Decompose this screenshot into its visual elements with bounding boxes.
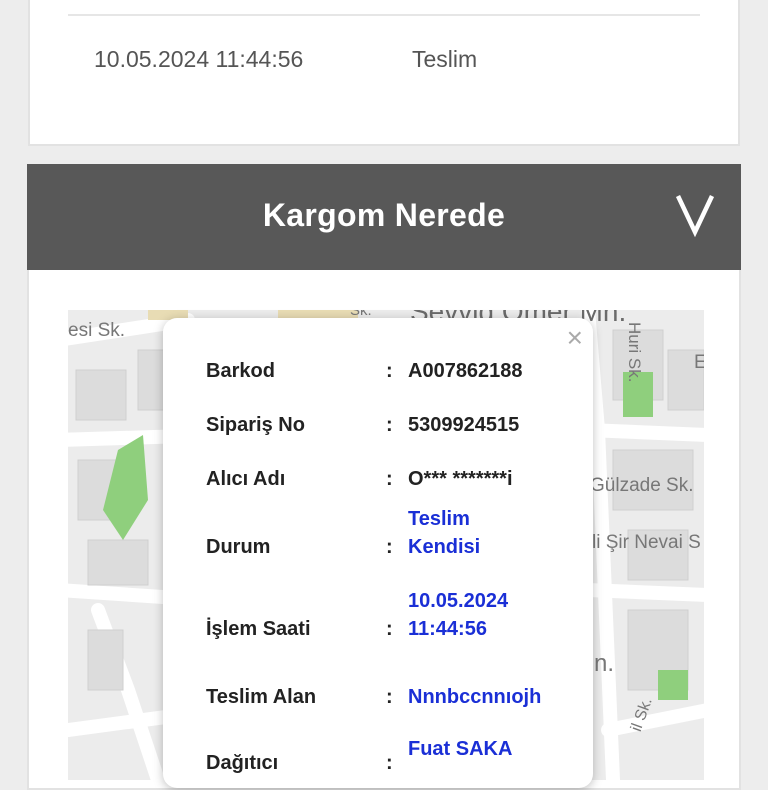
row-colon: :	[386, 536, 393, 558]
map-label-gulzade: Gülzade Sk.	[590, 475, 694, 496]
row-colon: :	[386, 414, 393, 436]
divider	[68, 14, 700, 16]
row-colon: :	[386, 468, 393, 490]
row-colon: :	[386, 752, 393, 774]
history-status: Teslim	[412, 46, 478, 72]
row-label: Barkod	[206, 360, 275, 382]
map-label-sir-nevai: li Şir Nevai S	[592, 532, 701, 553]
row-colon: :	[386, 360, 393, 382]
row-label: Sipariş No	[206, 414, 305, 436]
kargom-nerede-header[interactable]: Kargom Nerede	[27, 164, 741, 270]
map-label-huri: Huri Sk.	[625, 322, 644, 383]
map-label-n: n.	[594, 650, 615, 677]
row-label: Alıcı Adı	[206, 468, 286, 490]
history-card: 10.05.2024 11:44:56 Teslim	[28, 0, 740, 146]
row-value-line1: Teslim	[408, 508, 470, 530]
row-colon: :	[386, 686, 393, 708]
chevron-down-icon[interactable]	[675, 192, 715, 238]
row-value-line2: 11:44:56	[408, 618, 487, 640]
map-label-esi: esi Sk.	[68, 320, 126, 341]
row-value: Nnnbccnnıojh	[408, 686, 542, 708]
row-value: 5309924515	[408, 414, 520, 436]
row-colon: :	[386, 618, 393, 640]
shipment-info-popup: × Barkod : A007862188 Sipariş No : 53099…	[163, 318, 593, 788]
row-value-line1: 10.05.2024	[408, 590, 509, 612]
row-value: O*** *******i	[408, 468, 513, 490]
history-date: 10.05.2024 11:44:56	[94, 46, 304, 72]
row-value-line2: Kendisi	[408, 536, 481, 558]
row-label: Teslim Alan	[206, 686, 317, 708]
close-icon[interactable]: ×	[567, 324, 583, 352]
row-value: A007862188	[408, 360, 523, 382]
section-title: Kargom Nerede	[262, 197, 506, 233]
map-label-e: E	[694, 352, 704, 373]
row-label: Durum	[206, 536, 271, 558]
row-label: İşlem Saati	[206, 618, 311, 640]
row-label: Dağıtıcı	[206, 752, 279, 774]
row-value: Fuat SAKA	[408, 738, 513, 760]
